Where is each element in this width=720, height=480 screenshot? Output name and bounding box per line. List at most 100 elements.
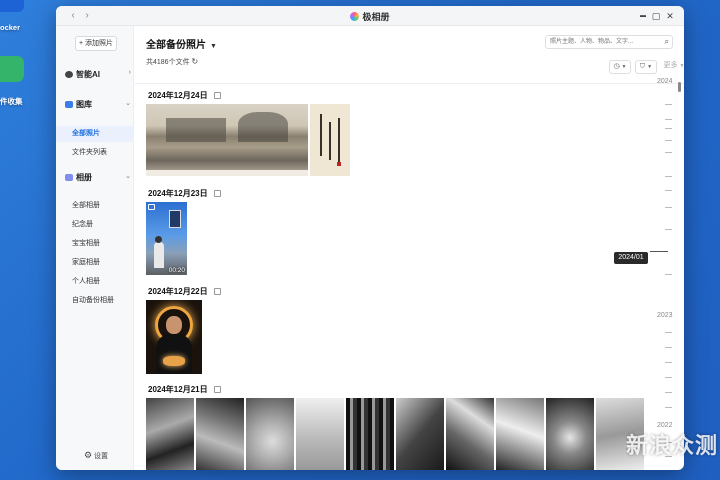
timeline-tick xyxy=(665,332,672,333)
clock-icon: ◷ xyxy=(613,63,620,70)
timeline-current-date: 2024/01 xyxy=(614,252,648,264)
sidebar-item-memorial[interactable]: 纪念册 xyxy=(56,217,134,233)
more-label: 更多 xyxy=(663,62,678,69)
filter-icon: ⛉ xyxy=(639,63,646,70)
timeline-pointer xyxy=(650,251,668,252)
docker-icon[interactable] xyxy=(0,0,24,12)
sidebar-item-baby[interactable]: 宝宝相册 xyxy=(56,236,134,252)
chevron-down-icon: ▼ xyxy=(621,64,627,70)
sort-time-button[interactable]: ◷ ▼ xyxy=(609,60,631,74)
sidebar: + 添加照片 智能AI › 图库 ⌄ 全部照片 文件夹列表 相册 ⌄ 全部相册 … xyxy=(56,26,134,470)
timeline-tick xyxy=(665,347,672,348)
timeline-tick xyxy=(665,119,672,120)
timeline-tick xyxy=(665,128,672,129)
close-button[interactable]: ✕ xyxy=(664,10,676,22)
app-title-text: 极相册 xyxy=(362,12,390,22)
date-label: 2024年12月22日 xyxy=(148,287,208,296)
watermark: 新浪众测 xyxy=(626,434,719,459)
photo-thumbnail[interactable] xyxy=(446,398,494,470)
title-bar: ‹ › 极相册 ▬ ▢ ✕ xyxy=(56,6,684,26)
timeline-tick xyxy=(665,207,672,208)
photo-detail xyxy=(166,316,182,334)
settings-label: 设置 xyxy=(94,453,109,460)
timeline-tick xyxy=(665,407,672,408)
caret-down-icon: ▼ xyxy=(210,43,217,50)
search-box: ⌕ xyxy=(545,35,673,49)
sidebar-item-auto-backup[interactable]: 自动备份相册 xyxy=(56,293,134,309)
sidebar-section-albums[interactable]: 相册 ⌄ xyxy=(65,172,131,183)
app-window: ‹ › 极相册 ▬ ▢ ✕ + 添加照片 智能AI › 图库 ⌄ 全部照片 文件… xyxy=(56,6,684,470)
timeline-year: 2024 xyxy=(657,78,673,85)
file-collection-icon[interactable] xyxy=(0,56,24,82)
select-checkbox[interactable] xyxy=(213,190,221,197)
photo-detail xyxy=(169,210,181,228)
minimize-button[interactable]: ▬ xyxy=(637,10,649,22)
filter-button[interactable]: ⛉ ▼ xyxy=(635,60,657,74)
timeline-tick xyxy=(665,229,672,230)
file-count: 共4186个文件 ↻ xyxy=(146,57,198,67)
timeline-tick xyxy=(665,140,672,141)
maximize-button[interactable]: ▢ xyxy=(650,10,662,22)
timeline-tick xyxy=(665,104,672,105)
photo-thumbnail[interactable] xyxy=(296,398,344,470)
desktop-item-docker-label: ocker xyxy=(0,23,21,32)
photo-thumbnail[interactable] xyxy=(496,398,544,470)
app-title: 极相册 xyxy=(56,10,684,23)
search-icon[interactable]: ⌕ xyxy=(665,37,669,47)
sidebar-section-albums-label: 相册 xyxy=(76,173,92,182)
search-input[interactable] xyxy=(546,36,654,48)
sidebar-section-gallery[interactable]: 图库 ⌄ xyxy=(65,99,131,110)
refresh-icon[interactable]: ↻ xyxy=(192,57,199,66)
sidebar-item-family[interactable]: 家庭相册 xyxy=(56,255,134,271)
timeline-year: 2023 xyxy=(657,312,673,319)
photo-thumbnail[interactable] xyxy=(146,300,202,374)
add-photo-button[interactable]: + 添加照片 xyxy=(75,36,117,51)
sidebar-section-gallery-label: 图库 xyxy=(76,100,92,109)
photo-thumbnail[interactable] xyxy=(196,398,244,470)
date-group-header: 2024年12月21日 xyxy=(148,384,221,395)
select-checkbox[interactable] xyxy=(213,386,221,393)
settings-button[interactable]: ⚙ 设置 xyxy=(84,450,108,461)
chevron-down-icon: ⌄ xyxy=(125,100,131,107)
seal-stamp xyxy=(337,162,341,166)
chevron-down-icon: ▼ xyxy=(679,63,685,69)
photo-thumbnail[interactable] xyxy=(546,398,594,470)
timeline-tick xyxy=(665,274,672,275)
more-button[interactable]: 更多 ▼ xyxy=(661,60,684,74)
photo-thumbnail[interactable] xyxy=(310,104,350,176)
sidebar-item-all-photos[interactable]: 全部照片 xyxy=(56,126,134,142)
timeline-tick xyxy=(665,392,672,393)
scrollbar[interactable] xyxy=(678,82,681,92)
date-group-header: 2024年12月22日 xyxy=(148,286,221,297)
photo-detail xyxy=(154,242,164,268)
photo-detail xyxy=(156,334,192,374)
sidebar-section-ai[interactable]: 智能AI › xyxy=(65,69,131,80)
date-label: 2024年12月23日 xyxy=(148,189,208,198)
timeline-tick xyxy=(665,190,672,191)
photo-thumbnail[interactable] xyxy=(246,398,294,470)
sidebar-item-all-albums[interactable]: 全部相册 xyxy=(56,198,134,214)
timeline-tick xyxy=(665,152,672,153)
photo-detail xyxy=(238,112,288,142)
photo-thumbnail[interactable] xyxy=(146,104,308,176)
select-checkbox[interactable] xyxy=(213,288,221,295)
ai-icon xyxy=(65,71,73,78)
album-icon xyxy=(65,174,73,181)
video-icon xyxy=(148,204,155,210)
sidebar-section-ai-label: 智能AI xyxy=(76,70,100,79)
sidebar-item-folder-list[interactable]: 文件夹列表 xyxy=(56,145,134,161)
page-title[interactable]: 全部备份照片 ▼ xyxy=(146,36,217,51)
photo-thumbnail[interactable] xyxy=(346,398,394,470)
main-content: 全部备份照片▼ 共4186个文件 ↻ ⌕ ◷ ▼ ⛉ ▼ 更多 ▼ − + 20… xyxy=(135,26,684,470)
date-group-header: 2024年12月23日 xyxy=(148,188,221,199)
select-checkbox[interactable] xyxy=(213,92,221,99)
photo-thumbnail[interactable] xyxy=(396,398,444,470)
chevron-down-icon: ▼ xyxy=(647,64,653,70)
gear-icon: ⚙ xyxy=(84,450,93,460)
calligraphy-column xyxy=(338,118,340,164)
photo-border xyxy=(146,170,308,176)
photo-thumbnail[interactable] xyxy=(146,398,194,470)
sidebar-item-personal[interactable]: 个人相册 xyxy=(56,274,134,290)
date-group-header: 2024年12月24日 xyxy=(148,90,221,101)
video-thumbnail[interactable]: 00:20 xyxy=(146,202,187,275)
